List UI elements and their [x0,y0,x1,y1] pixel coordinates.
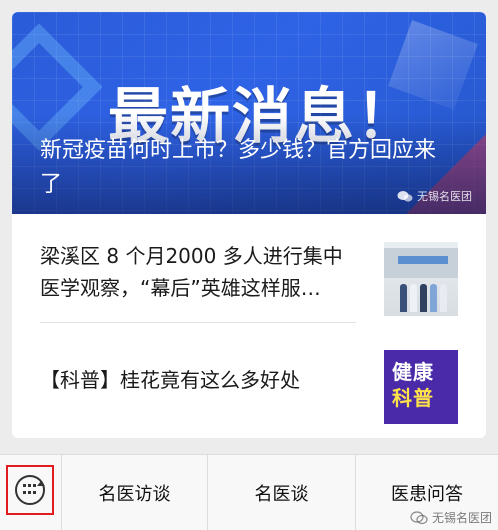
keyboard-toggle-cell [0,455,62,530]
list-item[interactable]: 梁溪区 8 个月2000 多人进行集中医学观察，“幕后”英雄这样服… [40,224,458,320]
hero-article[interactable]: 最新消息！ 新冠疫苗何时上市？多少钱？官方回应来了 无锡名医团 [12,12,486,214]
menu-item-interviews[interactable]: 名医访谈 [62,455,208,530]
caret-up-icon [37,481,45,486]
menu-item-doctor-talks[interactable]: 名医谈 [208,455,356,530]
list-item-title[interactable]: 梁溪区 8 个月2000 多人进行集中医学观察，“幕后”英雄这样服… [40,224,360,320]
list-divider [40,322,356,323]
hero-source: 无锡名医团 [397,188,472,204]
wechat-watermark-icon [410,510,428,524]
hero-title[interactable]: 新冠疫苗何时上市？多少钱？官方回应来了 [40,134,450,202]
watermark: 无锡名医团 [410,509,492,526]
article-card: 最新消息！ 新冠疫苗何时上市？多少钱？官方回应来了 无锡名医团 梁溪区 8 个月… [12,12,486,438]
keyboard-toggle-button[interactable] [6,465,54,515]
list-item-title[interactable]: 【科普】桂花竟有这么多好处 [40,332,360,428]
hero-source-label: 无锡名医团 [417,190,472,203]
watermark-label: 无锡名医团 [431,511,492,525]
health-science-thumbnail: 健康 科普 [384,350,458,424]
keyboard-grid-icon [23,484,37,496]
wechat-icon [397,190,413,202]
group-photo-thumbnail [384,242,458,316]
thumb-line-2: 科普 [392,386,434,410]
list-item[interactable]: 【科普】桂花竟有这么多好处 健康 科普 [40,332,458,428]
keyboard-toggle-icon [15,475,45,505]
thumb-line-1: 健康 [392,360,434,384]
